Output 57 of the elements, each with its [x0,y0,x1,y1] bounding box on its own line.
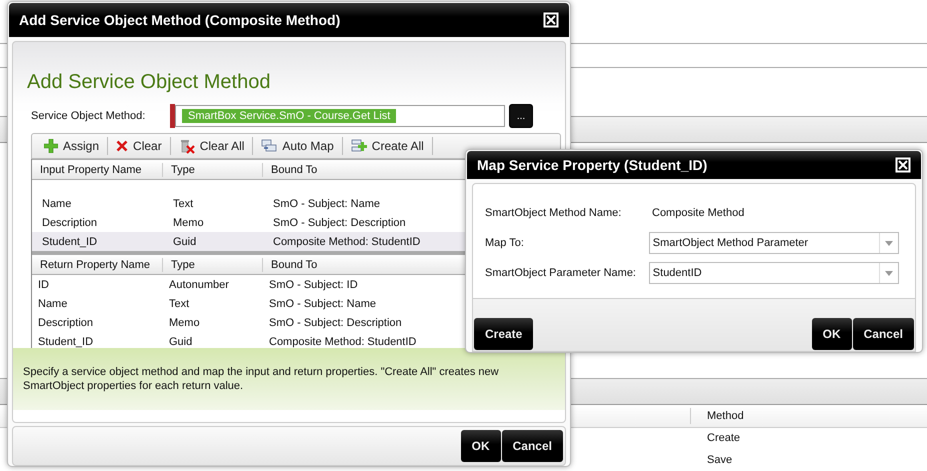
table-cell-text: Description [37,316,94,328]
toolbar-button[interactable]: Assign [36,137,108,155]
table-cell-text: Composite Method: StudentID [272,236,420,248]
toolbar-button[interactable]: Clear [108,137,171,155]
table-cell-text: Text [172,198,194,210]
table-cell-text: Memo [168,316,201,328]
toolbar-button[interactable]: Auto Map [253,137,343,155]
table-cell-text: Student_ID [41,236,98,248]
table-cell-text: Text [168,298,190,310]
table-cell-text: Description [41,216,98,228]
table-cell-text: SmO - Subject: Name [268,298,376,310]
table-cell-text: SmO - Subject: Description [268,316,402,328]
dropdown[interactable]: StudentID [648,262,899,284]
table-cell-text: Name [37,298,68,310]
table-cell-text: SmO - Subject: Description [272,216,406,228]
toolbar-button[interactable]: Clear All [170,137,254,155]
map-icon [261,139,278,153]
field-value: Composite Method [652,207,744,219]
field-label: SmartObject Method Name: [485,207,622,219]
browse-button[interactable]: ... [509,104,533,128]
table-cell-text: Autonumber [168,278,230,290]
table-cell-text: SmO - Subject: ID [268,278,358,290]
add-list-icon [350,139,367,153]
dialog-button[interactable]: Cancel [852,318,914,350]
table-cell: Save [707,454,732,466]
dialog-button[interactable]: Create [474,318,534,350]
table-cell-text: Composite Method: StudentID [268,336,416,348]
info-text: Specify a service object method and map the input and return properties. "Create All" creates new SmartObject properties for each return value. [23,365,500,393]
dialog-heading: Add Service Object Method [26,70,272,94]
column-header: Type [163,258,263,272]
dropdown-arrow-icon [885,270,893,276]
column-header: Input Property Name [32,162,163,176]
cross-icon [116,140,128,152]
table-cell: Create [707,432,740,444]
column-header: Type [163,162,263,176]
table-cell-text: Guid [168,336,194,348]
close-icon[interactable] [543,12,559,28]
toolbar-button[interactable]: Create All [342,137,433,155]
table-cell-text: Guid [172,236,198,248]
field-label: Service Object Method: [31,110,146,122]
dropdown-arrow-icon [885,240,893,246]
table-cell-text: Student_ID [37,336,94,348]
table-cell-text: Name [41,198,72,210]
dropdown[interactable]: SmartObject Method Parameter [648,232,899,254]
field-label: Map To: [485,237,525,249]
window-title: Add Service Object Method (Composite Method) [19,12,340,28]
dialog-button[interactable]: OK [460,430,501,462]
dialog-button[interactable]: Cancel [502,430,563,462]
column-header: Return Property Name [32,258,163,272]
table-cell-text: Memo [172,216,205,228]
trash-icon [178,138,195,154]
close-icon[interactable] [895,157,911,173]
plus-icon [44,139,58,153]
table-cell-text: SmO - Subject: Name [272,198,380,210]
table-cell-text: ID [37,278,50,290]
dialog-button[interactable]: OK [812,318,852,350]
column-header: Method [706,410,744,422]
